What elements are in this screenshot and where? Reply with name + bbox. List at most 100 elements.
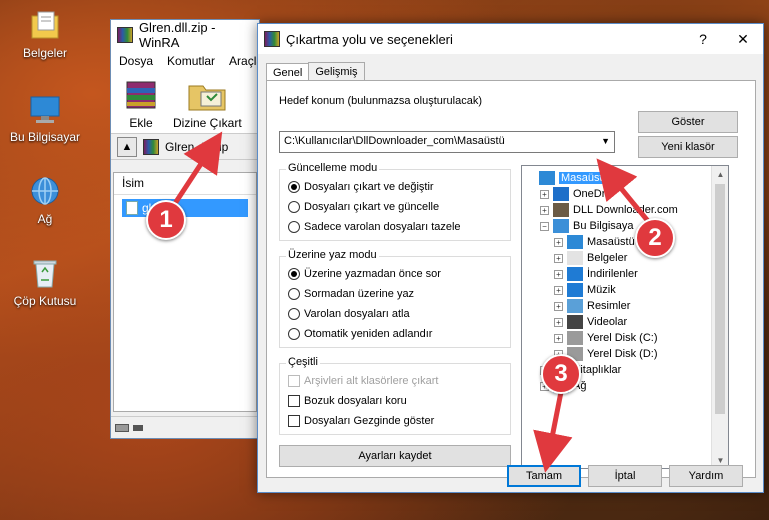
expand-icon[interactable]: + — [554, 269, 563, 279]
overwrite-option-without-prompt[interactable]: Sormadan üzerine yaz — [288, 288, 414, 300]
winrar-icon — [264, 31, 280, 47]
tree-node[interactable]: − Bu Bilgisaya — [540, 218, 634, 234]
expand-icon[interactable]: + — [540, 189, 549, 199]
menu-file[interactable]: Dosya — [119, 54, 153, 68]
desktop-icon-network[interactable]: Ağ — [0, 174, 90, 226]
expand-icon[interactable]: + — [554, 237, 563, 247]
ok-button[interactable]: Tamam — [507, 465, 581, 487]
up-folder-button[interactable]: ▲ — [117, 136, 137, 157]
collapse-icon[interactable]: − — [540, 221, 549, 231]
close-button[interactable]: ✕ — [723, 24, 763, 54]
menu-tools[interactable]: Araçla — [229, 54, 259, 68]
help-title-button[interactable]: ? — [683, 24, 723, 54]
expand-icon[interactable]: + — [554, 301, 563, 311]
radio-button[interactable] — [288, 288, 300, 300]
general-tab-panel: Hedef konum (bulunmazsa oluşturulacak) C… — [266, 80, 756, 478]
expand-icon[interactable]: + — [554, 317, 563, 327]
misc-title: Çeşitli — [286, 356, 320, 368]
extract-to-button[interactable]: Dizine Çıkart — [173, 78, 242, 130]
update-option-freshen[interactable]: Sadece varolan dosyaları tazele — [288, 221, 461, 233]
scroll-thumb[interactable] — [715, 184, 725, 414]
file-list: İsim gl...dll — [113, 172, 257, 412]
tree-node[interactable]: + Masaüstü — [554, 234, 635, 250]
overwrite-option-skip[interactable]: Varolan dosyaları atla — [288, 308, 410, 320]
tree-node[interactable]: + Videolar — [554, 314, 627, 330]
tree-scrollbar[interactable]: ▲ ▼ — [711, 166, 728, 468]
pictures-icon — [567, 299, 583, 313]
option-label: Dosyaları çıkart ve güncelle — [304, 201, 440, 213]
destination-path-value: C:\Kullanıcılar\DllDownloader_com\Masaüs… — [284, 135, 505, 147]
music-icon — [567, 283, 583, 297]
dialog-titlebar[interactable]: Çıkartma yolu ve seçenekleri ? ✕ — [258, 24, 763, 54]
tree-node[interactable]: + Müzik — [554, 282, 616, 298]
expand-icon[interactable]: + — [554, 253, 563, 263]
radio-button[interactable] — [288, 201, 300, 213]
tree-node[interactable]: + OneDri — [540, 186, 608, 202]
tab-advanced[interactable]: Gelişmiş — [308, 62, 365, 81]
show-button[interactable]: Göster — [638, 111, 738, 133]
user-icon — [553, 203, 569, 217]
radio-button[interactable] — [288, 221, 300, 233]
extraction-dialog: Çıkartma yolu ve seçenekleri ? ✕ Genel G… — [257, 23, 764, 493]
scroll-up-icon[interactable]: ▲ — [712, 166, 728, 182]
cancel-button[interactable]: İptal — [588, 465, 662, 487]
tree-node[interactable]: + İndirilenler — [554, 266, 638, 282]
checkbox[interactable] — [288, 415, 300, 427]
winrar-titlebar[interactable]: Glren.dll.zip - WinRA — [111, 20, 259, 50]
desktop-icon-documents[interactable]: Belgeler — [0, 8, 90, 60]
archive-path[interactable]: Glren.dll.zip — [165, 140, 228, 154]
tree-node-label: Resimler — [587, 300, 631, 312]
radio-button[interactable] — [288, 328, 300, 340]
option-label: Varolan dosyaları atla — [304, 308, 410, 320]
desktop-icon-label: Belgeler — [22, 46, 68, 60]
option-label: Üzerine yazmadan önce sor — [304, 268, 441, 280]
radio-button[interactable] — [288, 268, 300, 280]
winrar-address-bar: ▲ Glren.dll.zip — [111, 134, 259, 160]
radio-button[interactable] — [288, 308, 300, 320]
key-icon — [133, 424, 143, 431]
help-button[interactable]: Yardım — [669, 465, 743, 487]
chevron-down-icon[interactable]: ▼ — [601, 136, 610, 146]
extract-to-label: Dizine Çıkart — [173, 116, 242, 130]
tree-node-label: DLL Downloader.com — [573, 204, 678, 216]
destination-path-combobox[interactable]: C:\Kullanıcılar\DllDownloader_com\Masaüs… — [279, 131, 615, 153]
expand-icon[interactable]: + — [540, 205, 549, 215]
tree-node[interactable]: + Belgeler — [554, 250, 627, 266]
update-option-extract-replace[interactable]: Dosyaları çıkart ve değiştir — [288, 181, 434, 193]
destination-label: Hedef konum (bulunmazsa oluşturulacak) — [279, 95, 482, 107]
callout-step-1: 1 — [146, 200, 186, 240]
desktop-icon-this-pc[interactable]: Bu Bilgisayar — [0, 92, 90, 144]
add-button[interactable]: Ekle — [119, 78, 163, 130]
tree-node[interactable]: + DLL Downloader.com — [540, 202, 678, 218]
folder-documents-icon — [28, 8, 62, 42]
tree-node-label: OneDri — [573, 188, 608, 200]
option-show-in-explorer[interactable]: Dosyaları Gezginde göster — [288, 415, 434, 427]
desktop-icon-label: Çöp Kutusu — [13, 294, 77, 308]
expand-icon[interactable]: + — [554, 285, 563, 295]
desktop-icon-recycle-bin[interactable]: Çöp Kutusu — [0, 256, 90, 308]
update-option-extract-update[interactable]: Dosyaları çıkart ve güncelle — [288, 201, 439, 213]
question-icon: ? — [699, 31, 707, 47]
drive-icon — [115, 423, 129, 432]
tree-node-label: Belgeler — [587, 252, 628, 264]
menu-commands[interactable]: Komutlar — [167, 54, 215, 68]
expand-icon[interactable]: + — [554, 333, 563, 343]
save-settings-button[interactable]: Ayarları kaydet — [279, 445, 511, 467]
overwrite-option-ask[interactable]: Üzerine yazmadan önce sor — [288, 268, 441, 280]
winrar-statusbar — [111, 416, 259, 438]
column-name-header[interactable]: İsim — [114, 173, 256, 195]
option-label: Otomatik yeniden adlandır — [304, 328, 433, 340]
folder-tree: ▲ ▼ Masaüstü + OneDri + DLL Downloader.com − B… — [521, 165, 729, 469]
tree-node[interactable]: + Yerel Disk (C:) — [554, 330, 658, 346]
option-label: Dosyaları Gezginde göster — [304, 415, 435, 427]
checkbox[interactable] — [288, 395, 300, 407]
desktop-icon — [567, 235, 583, 249]
overwrite-option-rename[interactable]: Otomatik yeniden adlandır — [288, 328, 432, 340]
tree-node[interactable]: Masaüstü — [526, 170, 611, 186]
tree-node-label: Masaüstü — [559, 172, 611, 184]
radio-button[interactable] — [288, 181, 300, 193]
tree-node-label: Yerel Disk (D:) — [587, 348, 658, 360]
tree-node[interactable]: + Resimler — [554, 298, 630, 314]
option-keep-broken[interactable]: Bozuk dosyaları koru — [288, 395, 407, 407]
new-folder-button[interactable]: Yeni klasör — [638, 136, 738, 158]
